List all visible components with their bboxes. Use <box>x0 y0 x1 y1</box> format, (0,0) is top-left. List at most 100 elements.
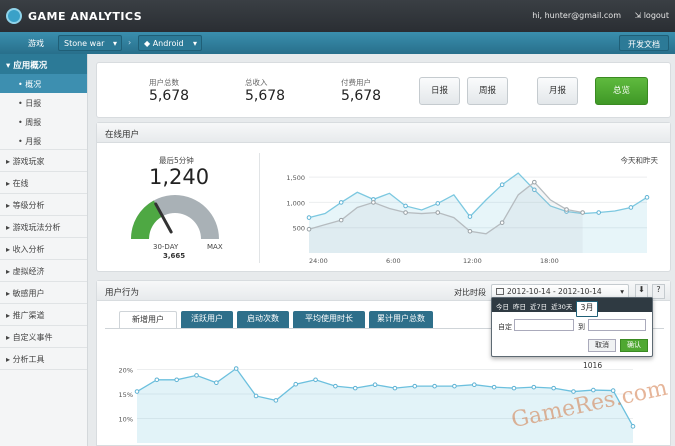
platform-selector[interactable]: ◆ Android ▾ <box>138 35 202 51</box>
weekly-report-button[interactable]: 周报 <box>467 77 508 105</box>
game-selector[interactable]: Stone war ▾ <box>58 35 122 51</box>
app-brand: GAME ANALYTICS <box>28 10 143 23</box>
monthly-report-button[interactable]: 月报 <box>537 77 578 105</box>
data-point <box>644 195 650 200</box>
android-icon: ◆ <box>144 39 153 48</box>
download-icon: ⬇ <box>638 285 645 294</box>
data-point <box>596 210 602 215</box>
data-point <box>174 377 179 383</box>
online-users-value: 1,240 <box>149 165 210 189</box>
user-icon <box>111 74 141 104</box>
y-tick-label: 1,000 <box>286 199 305 207</box>
online-users-panel: 在线用户 最后5分钟 1,240 30-DAY MAX 3,665 今天和昨天 … <box>96 122 671 272</box>
logout-icon: ⇲ <box>634 11 644 20</box>
data-point <box>313 377 318 383</box>
tab-avg-duration[interactable]: 平均使用时长 <box>293 311 365 328</box>
range-month-select[interactable]: 3月 <box>576 301 598 317</box>
sidebar-item-online[interactable]: ▸ 在线 <box>0 172 87 194</box>
data-point <box>412 383 418 389</box>
user-email: hi, hunter@gmail.com <box>532 11 621 20</box>
data-point <box>628 205 634 210</box>
range-today[interactable]: 今日 <box>496 301 509 311</box>
sidebar-item-label: 虚拟经济 <box>12 267 45 276</box>
sidebar-item-custom-events[interactable]: ▸ 自定义事件 <box>0 326 87 348</box>
compare-period-label: 对比时段 <box>454 288 486 297</box>
range-7d[interactable]: 近7日 <box>530 301 547 311</box>
tab-active-users[interactable]: 活跃用户 <box>181 311 233 328</box>
data-point <box>471 382 477 387</box>
sidebar-item-gameplay[interactable]: ▸ 游戏玩法分析 <box>0 216 87 238</box>
data-point <box>306 226 312 232</box>
daily-report-button[interactable]: 日报 <box>419 77 460 105</box>
y-tick-label: 20% <box>119 367 133 375</box>
help-button[interactable]: ? <box>652 284 665 299</box>
sidebar-item-channels[interactable]: ▸ 推广渠道 <box>0 304 87 326</box>
logout-link[interactable]: ⇲ logout <box>634 11 669 20</box>
data-point <box>352 385 358 391</box>
sidebar-section-label: 应用概况 <box>13 61 48 71</box>
data-point <box>580 210 585 215</box>
sidebar-item-players[interactable]: ▸ 游戏玩家 <box>0 150 87 172</box>
data-point <box>403 210 408 215</box>
data-point <box>511 385 517 391</box>
date-range-popover: 今日昨日近7日近30天3月全部 自定 到 取消 确认 <box>491 297 653 357</box>
chevron-down-icon: ▾ <box>192 39 197 48</box>
range-yesterday[interactable]: 昨日 <box>513 301 526 311</box>
sidebar-subitem-daily[interactable]: • 日报 <box>0 93 87 112</box>
data-point <box>371 200 376 205</box>
y-tick-label: 15% <box>119 391 133 399</box>
tab-launches[interactable]: 启动次数 <box>237 311 289 328</box>
sidebar-subitem-monthly[interactable]: • 月报 <box>0 131 87 150</box>
sidebar-section-overview[interactable]: ▾ 应用概况 <box>0 54 87 74</box>
data-point <box>253 393 259 399</box>
docs-button[interactable]: 开发文档 <box>619 35 669 51</box>
sidebar-item-levels[interactable]: ▸ 等级分析 <box>0 194 87 216</box>
sidebar-item-tools[interactable]: ▸ 分析工具 <box>0 348 87 370</box>
sidebar-subitem-label: 月报 <box>25 137 42 146</box>
chevron-right-icon: › <box>128 38 132 47</box>
sidebar-subitem-label: 概况 <box>25 80 42 89</box>
confirm-button[interactable]: 确认 <box>620 339 648 352</box>
sidebar-item-sensitive-users[interactable]: ▸ 敏感用户 <box>0 282 87 304</box>
y-tick-label: 10% <box>119 416 133 424</box>
cart-icon <box>303 74 333 104</box>
cancel-button[interactable]: 取消 <box>588 339 616 352</box>
logo-icon <box>6 8 22 24</box>
online-gauge <box>131 195 219 239</box>
data-point <box>392 385 398 391</box>
top-bar: GAME ANALYTICS hi, hunter@gmail.com ⇲ lo… <box>0 0 675 32</box>
platform-selector-value: Android <box>152 39 184 48</box>
tab-new-users[interactable]: 新增用户 <box>119 311 177 329</box>
panel-divider <box>259 153 260 263</box>
data-point <box>532 179 537 185</box>
data-point <box>333 383 338 389</box>
game-label: 游戏 <box>28 39 44 48</box>
data-point <box>273 398 279 403</box>
data-point <box>467 228 473 234</box>
data-point <box>338 200 344 205</box>
data-point <box>293 381 299 387</box>
summary-card: 用户总数 5,678 ¥ 总收入 5,678 付费用户 5,678 日报 周报 … <box>96 62 671 118</box>
data-point <box>551 385 556 391</box>
y-tick-label: 1,500 <box>286 174 305 182</box>
custom-to-input[interactable] <box>588 319 646 331</box>
sidebar-item-revenue[interactable]: ▸ 收入分析 <box>0 238 87 260</box>
range-30d[interactable]: 近30天 <box>551 301 572 311</box>
custom-from-input[interactable] <box>514 319 574 331</box>
calendar-icon <box>496 288 504 295</box>
sidebar-subitem-label: 周报 <box>25 118 42 127</box>
sidebar: ▾ 应用概况 • 概况 • 日报 • 周报 • 月报 ▸ 游戏玩家 ▸ 在线 ▸… <box>0 54 88 446</box>
total-users-value: 5,678 <box>149 88 190 104</box>
yen-icon: ¥ <box>217 81 227 97</box>
tab-total-users[interactable]: 累计用户总数 <box>369 311 433 328</box>
gauge-max-label: MAX <box>207 243 223 251</box>
sidebar-item-label: 游戏玩法分析 <box>12 223 61 232</box>
logout-label: logout <box>643 11 669 20</box>
y-tick-label: 500 <box>293 225 305 233</box>
overview-button[interactable]: 总览 <box>595 77 648 105</box>
sidebar-subitem-weekly[interactable]: • 周报 <box>0 112 87 131</box>
sidebar-item-economy[interactable]: ▸ 虚拟经济 <box>0 260 87 282</box>
online-line-chart: 1,500 1,000 500 24:00 6:00 12:00 18:00 <box>286 172 650 265</box>
data-point <box>491 384 497 390</box>
sidebar-subitem-overview[interactable]: • 概况 <box>0 74 87 93</box>
